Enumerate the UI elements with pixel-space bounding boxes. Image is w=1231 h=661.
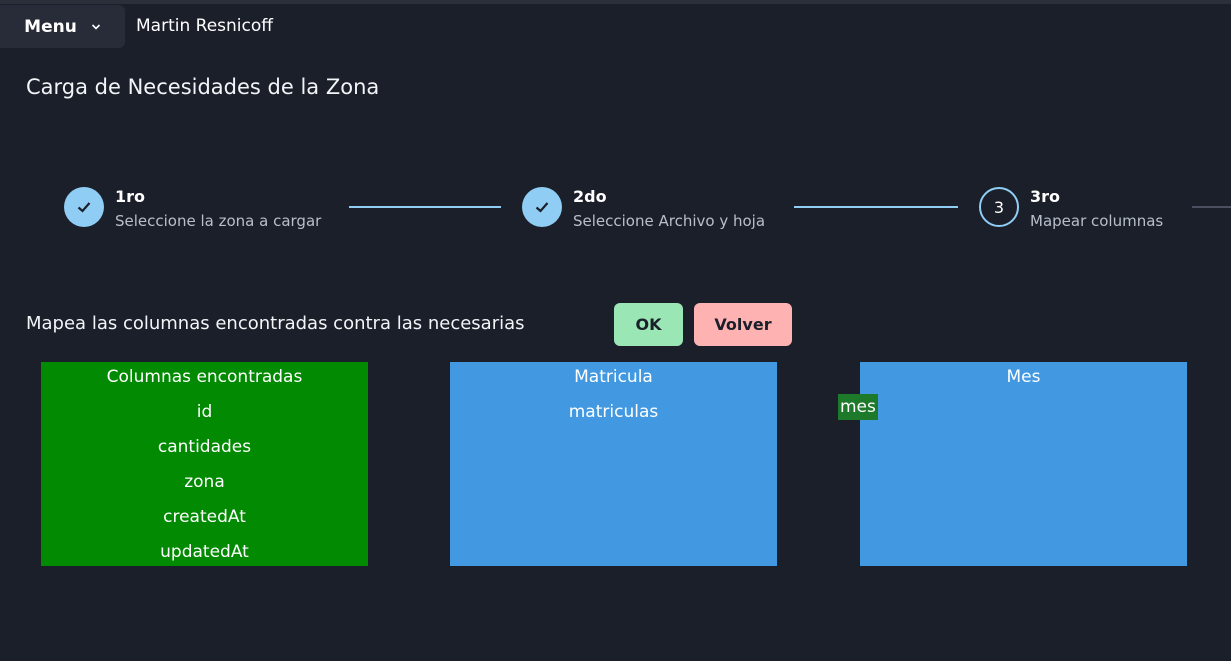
step-3-indicator: 3 bbox=[979, 187, 1019, 227]
target-matricula-box[interactable]: Matricula matriculas bbox=[450, 362, 777, 566]
found-columns-box[interactable]: Columnas encontradas id cantidades zona … bbox=[41, 362, 368, 566]
mapping-instruction: Mapea las columnas encontradas contra la… bbox=[26, 313, 525, 334]
step-2: 2do Seleccione Archivo y hoja bbox=[522, 187, 766, 230]
step-1-description: Seleccione la zona a cargar bbox=[115, 212, 322, 230]
target-matricula-header: Matricula bbox=[574, 367, 653, 387]
found-columns-header: Columnas encontradas bbox=[106, 367, 303, 387]
user-name: Martin Resnicoff bbox=[136, 16, 273, 36]
menu-button[interactable]: Menu bbox=[0, 5, 125, 48]
page-title: Carga de Necesidades de la Zona bbox=[26, 75, 380, 99]
menu-label: Menu bbox=[24, 16, 77, 37]
column-item-updatedat[interactable]: updatedAt bbox=[41, 541, 368, 563]
step-1: 1ro Seleccione la zona a cargar bbox=[64, 187, 322, 230]
step-connector-3 bbox=[1192, 206, 1231, 208]
target-mes-header: Mes bbox=[1006, 367, 1041, 387]
step-1-title: 1ro bbox=[115, 187, 146, 206]
check-icon bbox=[77, 202, 91, 213]
column-item-createdat[interactable]: createdAt bbox=[41, 506, 368, 528]
volver-button[interactable]: Volver bbox=[694, 303, 792, 346]
step-3-title: 3ro bbox=[1030, 187, 1061, 206]
column-item-zona[interactable]: zona bbox=[41, 471, 368, 493]
chevron-down-icon bbox=[91, 23, 100, 30]
step-3-number: 3 bbox=[993, 197, 1005, 217]
dragging-column-chip[interactable]: mes bbox=[838, 394, 878, 420]
step-2-description: Seleccione Archivo y hoja bbox=[573, 212, 766, 230]
step-3: 3 3ro Mapear columnas bbox=[979, 187, 1164, 230]
step-3-description: Mapear columnas bbox=[1030, 212, 1164, 230]
column-item-id[interactable]: id bbox=[41, 401, 368, 423]
step-connector-2 bbox=[794, 206, 958, 208]
step-2-title: 2do bbox=[573, 187, 607, 206]
ok-button[interactable]: OK bbox=[614, 303, 683, 346]
window-top-border bbox=[0, 0, 1231, 4]
step-1-indicator bbox=[64, 187, 104, 227]
step-2-indicator bbox=[522, 187, 562, 227]
check-icon bbox=[535, 202, 549, 213]
column-item-cantidades[interactable]: cantidades bbox=[41, 436, 368, 458]
step-connector-1 bbox=[349, 206, 501, 208]
target-mes-box[interactable]: Mes bbox=[860, 362, 1187, 566]
mapped-item-matriculas[interactable]: matriculas bbox=[450, 401, 777, 423]
